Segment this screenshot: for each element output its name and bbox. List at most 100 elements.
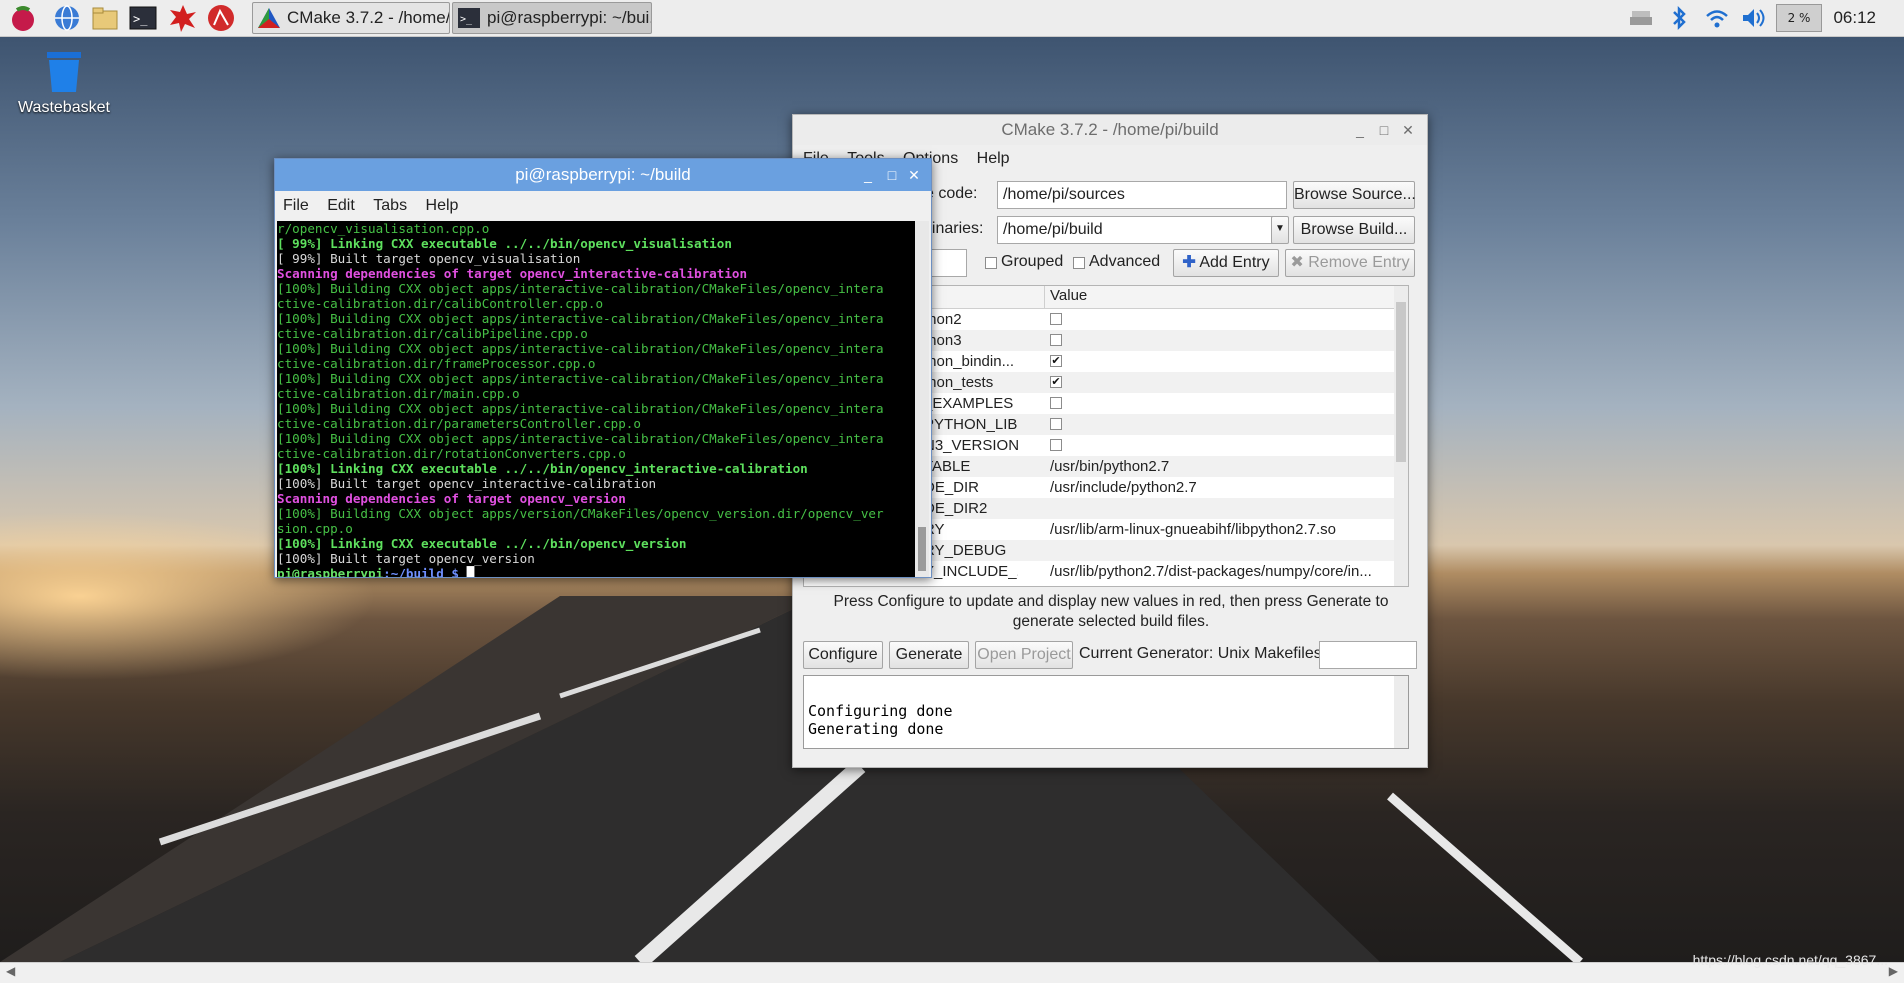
terminal-line: Scanning dependencies of target opencv_v… (277, 491, 626, 506)
table-scrollbar[interactable] (1394, 286, 1408, 586)
close-icon[interactable]: ✕ (903, 159, 925, 191)
cpu-usage-indicator[interactable]: 2 % (1776, 4, 1822, 32)
entry-name: N3_VERSION (924, 437, 1018, 454)
scroll-right-icon[interactable]: ▶ (1889, 964, 1898, 978)
close-icon[interactable]: ✕ (1397, 115, 1419, 145)
web-browser-icon[interactable] (52, 3, 82, 33)
menu-file[interactable]: File (283, 191, 309, 221)
entry-name: thon_bindin... (924, 353, 1015, 370)
scrollbar-thumb[interactable] (1396, 302, 1406, 462)
terminal-titlebar[interactable]: pi@raspberrypi: ~/build _ □ ✕ (275, 159, 931, 191)
menu-edit[interactable]: Edit (327, 191, 355, 221)
browse-build-button[interactable]: Browse Build... (1293, 216, 1415, 244)
watermark: https://blog.csdn.net/qq_3867... (1692, 952, 1888, 968)
checked-checkbox[interactable]: ✔ (1050, 376, 1062, 388)
plus-icon: ✚ (1182, 254, 1196, 271)
wifi-icon[interactable] (1702, 3, 1732, 33)
grouped-checkbox[interactable] (985, 257, 997, 269)
terminal-scrollbar[interactable] (915, 221, 929, 577)
file-manager-icon[interactable] (90, 3, 120, 33)
unchecked-checkbox[interactable] (1050, 313, 1062, 325)
desktop-icon-label: Wastebasket (18, 99, 110, 116)
entry-value[interactable]: /usr/lib/python2.7/dist-packages/numpy/c… (1050, 561, 1390, 582)
unchecked-checkbox[interactable] (1050, 397, 1062, 409)
generate-button[interactable]: Generate (889, 641, 969, 669)
terminal-line: ctive-calibration.dir/parametersControll… (277, 416, 641, 431)
maximize-icon[interactable]: □ (1373, 115, 1395, 145)
advanced-checkbox[interactable] (1073, 257, 1085, 269)
hint-line-2: generate selected build files. (1012, 613, 1210, 630)
entry-name: RY (924, 521, 945, 538)
window-title: CMake 3.7.2 - /home/pi/build (1001, 120, 1219, 139)
advanced-label: Advanced (1089, 253, 1161, 270)
terminal-line: [100%] Building CXX object apps/interact… (277, 281, 884, 296)
add-entry-label: Add Entry (1199, 254, 1270, 271)
taskbar-task-terminal[interactable]: >_ pi@raspberrypi: ~/bui... (452, 2, 652, 34)
add-entry-button[interactable]: ✚ Add Entry (1173, 249, 1279, 277)
terminal-line: ctive-calibration.dir/main.cpp.o (277, 386, 520, 401)
scroll-left-icon[interactable]: ◀ (6, 964, 15, 978)
minimize-icon[interactable]: _ (857, 159, 879, 191)
binaries-label: binaries: (923, 220, 984, 237)
terminal-output[interactable]: r/opencv_visualisation.cpp.o[ 99%] Linki… (277, 221, 917, 577)
bluetooth-icon[interactable] (1664, 3, 1694, 33)
unchecked-checkbox[interactable] (1050, 418, 1062, 430)
window-title: pi@raspberrypi: ~/build (515, 165, 691, 184)
checked-checkbox[interactable]: ✔ (1050, 355, 1062, 367)
horizontal-scrollbar[interactable]: ◀ ▶ (0, 962, 1904, 983)
math-icon[interactable] (168, 3, 198, 33)
volume-icon[interactable] (1738, 3, 1768, 33)
wolfram-icon[interactable] (206, 3, 236, 33)
terminal-line: [100%] Linking CXX executable ../../bin/… (277, 536, 687, 551)
chevron-down-icon[interactable]: ▼ (1271, 216, 1289, 244)
browse-source-button[interactable]: Browse Source... (1293, 181, 1416, 209)
desktop-icon-wastebasket[interactable]: Wastebasket (14, 50, 114, 117)
menu-help[interactable]: Help (426, 191, 459, 221)
svg-text:>_: >_ (460, 14, 473, 25)
cmake-titlebar[interactable]: CMake 3.7.2 - /home/pi/build _ □ ✕ (793, 115, 1427, 145)
terminal-line: ctive-calibration.dir/frameProcessor.cpp… (277, 356, 596, 371)
open-project-button[interactable]: Open Project (975, 641, 1073, 669)
search-input[interactable] (927, 249, 967, 277)
minimize-icon[interactable]: _ (1349, 115, 1371, 145)
taskbar-task-cmake[interactable]: CMake 3.7.2 - /home/... (252, 2, 450, 34)
menu-help[interactable]: Help (977, 145, 1010, 173)
progress-bar (1319, 641, 1417, 669)
unchecked-checkbox[interactable] (1050, 439, 1062, 451)
remove-entry-button[interactable]: ✖ Remove Entry (1285, 249, 1415, 277)
terminal-line: [100%] Building CXX object apps/interact… (277, 431, 884, 446)
terminal-line: [ 99%] Built target opencv_visualisation (277, 251, 581, 266)
terminal-line: r/opencv_visualisation.cpp.o (277, 221, 490, 236)
entry-value[interactable]: /usr/bin/python2.7 (1050, 456, 1390, 477)
menu-tabs[interactable]: Tabs (373, 191, 407, 221)
terminal-line: [100%] Building CXX object apps/interact… (277, 341, 884, 356)
output-scrollbar[interactable] (1394, 676, 1408, 748)
terminal-line: sion.cpp.o (277, 521, 353, 536)
entry-name: thon3 (924, 332, 962, 349)
build-path-combobox[interactable]: /home/pi/build (997, 216, 1273, 244)
entry-value[interactable]: /usr/include/python2.7 (1050, 477, 1390, 498)
configure-button[interactable]: Configure (803, 641, 883, 669)
maximize-icon[interactable]: □ (881, 159, 903, 191)
terminal-line: [100%] Building CXX object apps/interact… (277, 401, 884, 416)
output-log[interactable]: Configuring done Generating done (803, 675, 1409, 749)
prompt-path: :~/build $ (383, 566, 459, 577)
terminal-line: [ 99%] Linking CXX executable ../../bin/… (277, 236, 732, 251)
terminal-window: pi@raspberrypi: ~/build _ □ ✕ File Edit … (274, 158, 932, 578)
terminal-icon: >_ (457, 7, 481, 29)
scrollbar-thumb[interactable] (918, 527, 926, 571)
source-path-field[interactable]: /home/pi/sources (997, 181, 1287, 209)
terminal-line: [100%] Building CXX object apps/version/… (277, 506, 884, 521)
text-cursor: █ (458, 566, 475, 577)
terminal-lines: r/opencv_visualisation.cpp.o[ 99%] Linki… (277, 221, 917, 566)
terminal-icon[interactable]: >_ (128, 3, 158, 33)
terminal-line: ctive-calibration.dir/calibPipeline.cpp.… (277, 326, 588, 341)
current-generator-label: Current Generator: Unix Makefiles (1079, 645, 1322, 662)
taskbar-task-label: pi@raspberrypi: ~/bui... (487, 8, 652, 27)
raspberry-menu-icon[interactable] (8, 3, 38, 33)
unchecked-checkbox[interactable] (1050, 334, 1062, 346)
clock[interactable]: 06:12 (1833, 0, 1876, 36)
entry-name: thon2 (924, 311, 962, 328)
eject-icon[interactable] (1626, 3, 1656, 33)
entry-value[interactable]: /usr/lib/arm-linux-gnueabihf/libpython2.… (1050, 519, 1390, 540)
